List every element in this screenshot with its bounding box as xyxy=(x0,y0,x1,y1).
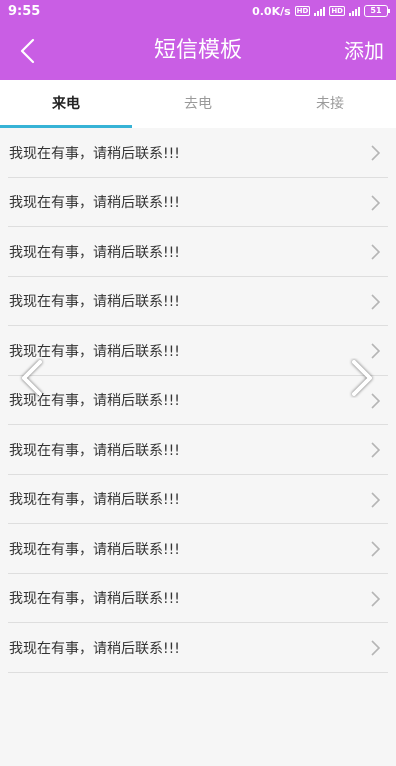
chevron-right-icon xyxy=(371,590,381,607)
template-item[interactable]: 我现在有事，请稍后联系!!! xyxy=(0,128,396,178)
signal-icon xyxy=(314,6,326,16)
hd-icon: HD xyxy=(294,6,311,16)
chevron-right-icon xyxy=(371,541,381,557)
template-text: 我现在有事，请稍后联系!!! xyxy=(9,541,180,558)
template-item[interactable]: 我现在有事，请稍后联系!!! xyxy=(0,574,396,624)
template-text: 我现在有事，请稍后联系!!! xyxy=(9,591,180,608)
template-text: 我现在有事，请稍后联系!!! xyxy=(9,640,180,657)
chevron-right-icon xyxy=(371,194,381,211)
template-text: 我现在有事，请稍后联系!!! xyxy=(9,492,180,509)
template-item[interactable]: 我现在有事，请稍后联系!!! xyxy=(0,376,396,426)
signal-icon xyxy=(349,6,360,16)
template-item[interactable]: 我现在有事，请稍后联系!!! xyxy=(0,524,396,574)
chevron-left-icon xyxy=(22,360,42,396)
chevron-right-icon xyxy=(371,145,381,161)
chevron-right-icon xyxy=(371,491,381,508)
chevron-right-icon xyxy=(371,640,381,656)
chevron-right-icon xyxy=(371,442,381,458)
template-item[interactable]: 我现在有事，请稍后联系!!! xyxy=(0,277,396,327)
status-icons: 0.0K/s HD HD 51 xyxy=(252,4,390,18)
template-item[interactable]: 我现在有事，请稍后联系!!! xyxy=(0,623,396,673)
status-time: 9:55 xyxy=(8,3,41,19)
battery-icon: 51 xyxy=(364,5,390,17)
page-title: 短信模板 xyxy=(153,38,242,63)
template-item[interactable]: 我现在有事，请稍后联系!!! xyxy=(0,425,396,475)
app-bar: 短信模板 添加 xyxy=(0,22,396,80)
next-page-button[interactable] xyxy=(346,358,376,398)
add-button[interactable]: 添加 xyxy=(344,22,384,80)
template-item[interactable]: 我现在有事，请稍后联系!!! xyxy=(0,178,396,228)
tab-bar: 来电 去电 未接 xyxy=(0,80,396,128)
template-text: 我现在有事，请稍后联系!!! xyxy=(9,244,180,261)
template-item[interactable]: 我现在有事，请稍后联系!!! xyxy=(0,227,396,277)
template-text: 我现在有事，请稍后联系!!! xyxy=(9,195,180,212)
tab-incoming[interactable]: 来电 xyxy=(0,80,132,128)
chevron-right-icon xyxy=(352,360,372,396)
template-text: 我现在有事，请稍后联系!!! xyxy=(9,145,180,162)
previous-page-button[interactable] xyxy=(18,358,48,398)
template-item[interactable]: 我现在有事，请稍后联系!!! xyxy=(0,475,396,525)
tab-outgoing[interactable]: 去电 xyxy=(132,80,264,128)
status-bar: 9:55 0.0K/s HD HD 51 xyxy=(0,0,396,22)
template-text: 我现在有事，请稍后联系!!! xyxy=(9,442,180,459)
tab-missed[interactable]: 未接 xyxy=(264,80,396,128)
template-text: 我现在有事，请稍后联系!!! xyxy=(9,294,180,311)
network-speed: 0.0K/s xyxy=(252,4,291,18)
chevron-right-icon xyxy=(371,244,381,260)
hd-icon: HD xyxy=(329,6,345,16)
template-list: 我现在有事，请稍后联系!!! 我现在有事，请稍后联系!!! 我现在有事，请稍后联系!… xyxy=(0,128,396,673)
chevron-right-icon xyxy=(371,293,381,310)
template-item[interactable]: 我现在有事，请稍后联系!!! xyxy=(0,326,396,376)
